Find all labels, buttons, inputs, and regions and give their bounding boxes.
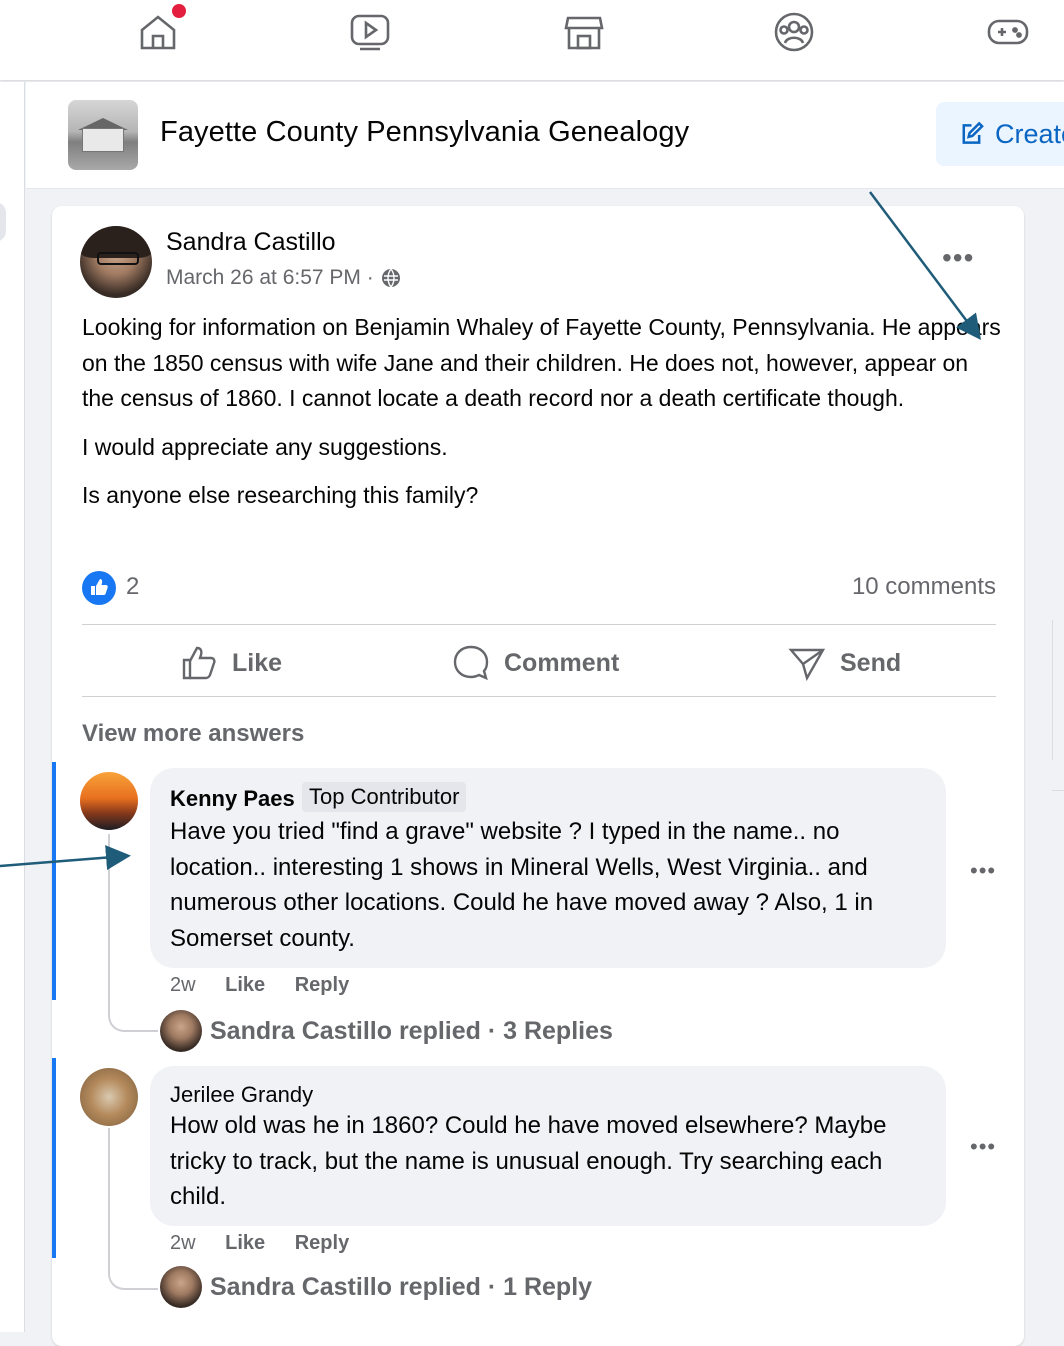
comment-bubble: Kenny Paes Top Contributor Have you trie… [150, 768, 946, 968]
group-header: Fayette County Pennsylvania Genealogy Cr… [26, 82, 1064, 189]
view-more-answers-link[interactable]: View more answers [82, 720, 304, 748]
create-label: Create [994, 118, 1064, 149]
replier-avatar [160, 1010, 202, 1052]
reaction-row: 2 10 comments [82, 570, 996, 606]
send-icon [788, 648, 826, 682]
comment-options-icon[interactable]: ••• [970, 1134, 996, 1160]
comment-like-button[interactable]: Like [225, 974, 265, 996]
left-sidebar-edge [0, 82, 25, 1332]
post-paragraph: I would appreciate any suggestions. [82, 433, 448, 460]
comment-meta: 2w Like Reply [170, 1232, 349, 1255]
replies-label: Sandra Castillo replied · 3 Replies [210, 1016, 613, 1045]
post-author[interactable]: Sandra Castillo [166, 228, 336, 257]
gaming-icon[interactable] [986, 10, 1030, 54]
comment-label: Comment [504, 648, 620, 677]
comment-time[interactable]: 2w [170, 1232, 196, 1254]
author-avatar[interactable] [80, 226, 152, 298]
post-paragraph: Looking for information on Benjamin Whal… [82, 314, 1001, 411]
top-nav [0, 0, 1064, 80]
divider [82, 696, 996, 697]
comment-icon [453, 645, 489, 681]
post-paragraph: Is anyone else researching this family? [82, 482, 479, 508]
right-divider [1052, 790, 1064, 791]
comment-author[interactable]: Kenny Paes [170, 786, 295, 812]
post-timestamp[interactable]: March 26 at 6:57 PM · [166, 266, 374, 290]
group-title[interactable]: Fayette County Pennsylvania Genealogy [160, 116, 689, 149]
send-label: Send [840, 648, 902, 677]
comment-text: How old was he in 1860? Could he have mo… [170, 1112, 887, 1210]
replies-label: Sandra Castillo replied · 1 Reply [210, 1272, 593, 1301]
create-post-button[interactable]: Create [936, 102, 1064, 166]
post-body: Looking for information on Benjamin Whal… [82, 310, 1002, 527]
comment-text: Have you tried "find a grave" website ? … [170, 818, 874, 952]
left-sidebar-button[interactable] [0, 202, 6, 242]
comment-time[interactable]: 2w [170, 974, 196, 996]
send-button[interactable]: Send [788, 642, 901, 684]
comment-bubble: Jerilee Grandy How old was he in 1860? C… [150, 1066, 946, 1226]
comment-meta: 2w Like Reply [170, 974, 349, 997]
like-label: Like [232, 648, 283, 677]
right-divider [1052, 620, 1053, 760]
comment-like-button[interactable]: Like [225, 1232, 265, 1254]
groups-icon[interactable] [772, 10, 816, 54]
edit-icon [962, 121, 984, 144]
home-icon[interactable] [136, 4, 186, 54]
reaction-count[interactable]: 2 [126, 573, 139, 601]
comment-button[interactable]: Comment [452, 642, 619, 684]
comment-reply-button[interactable]: Reply [295, 1232, 349, 1254]
globe-icon [381, 268, 400, 288]
thumbs-up-icon [182, 646, 216, 680]
comment-reply-button[interactable]: Reply [295, 974, 349, 996]
thread-highlight-bar [52, 1058, 56, 1258]
divider [82, 624, 996, 625]
like-button[interactable]: Like [180, 642, 282, 684]
video-icon[interactable] [348, 10, 392, 54]
replies-link[interactable]: Sandra Castillo replied · 1 Reply [160, 1266, 592, 1308]
like-reaction-icon[interactable] [82, 571, 116, 605]
comment-options-icon[interactable]: ••• [970, 858, 996, 884]
post-options-icon[interactable]: ••• [942, 242, 974, 274]
marketplace-icon[interactable] [562, 10, 606, 54]
post-card: Sandra Castillo March 26 at 6:57 PM · ••… [52, 206, 1024, 1346]
thread-highlight-bar [52, 762, 56, 1000]
replies-link[interactable]: Sandra Castillo replied · 3 Replies [160, 1010, 613, 1052]
comment-author[interactable]: Jerilee Grandy [170, 1082, 313, 1108]
top-contributor-badge[interactable]: Top Contributor [302, 782, 467, 812]
comments-count[interactable]: 10 comments [852, 573, 996, 601]
commenter-avatar[interactable] [80, 772, 138, 830]
replier-avatar [160, 1266, 202, 1308]
group-cover-thumbnail[interactable] [68, 100, 138, 170]
notification-dot [172, 4, 186, 18]
post-meta: March 26 at 6:57 PM · [166, 266, 402, 290]
commenter-avatar[interactable] [80, 1068, 138, 1126]
